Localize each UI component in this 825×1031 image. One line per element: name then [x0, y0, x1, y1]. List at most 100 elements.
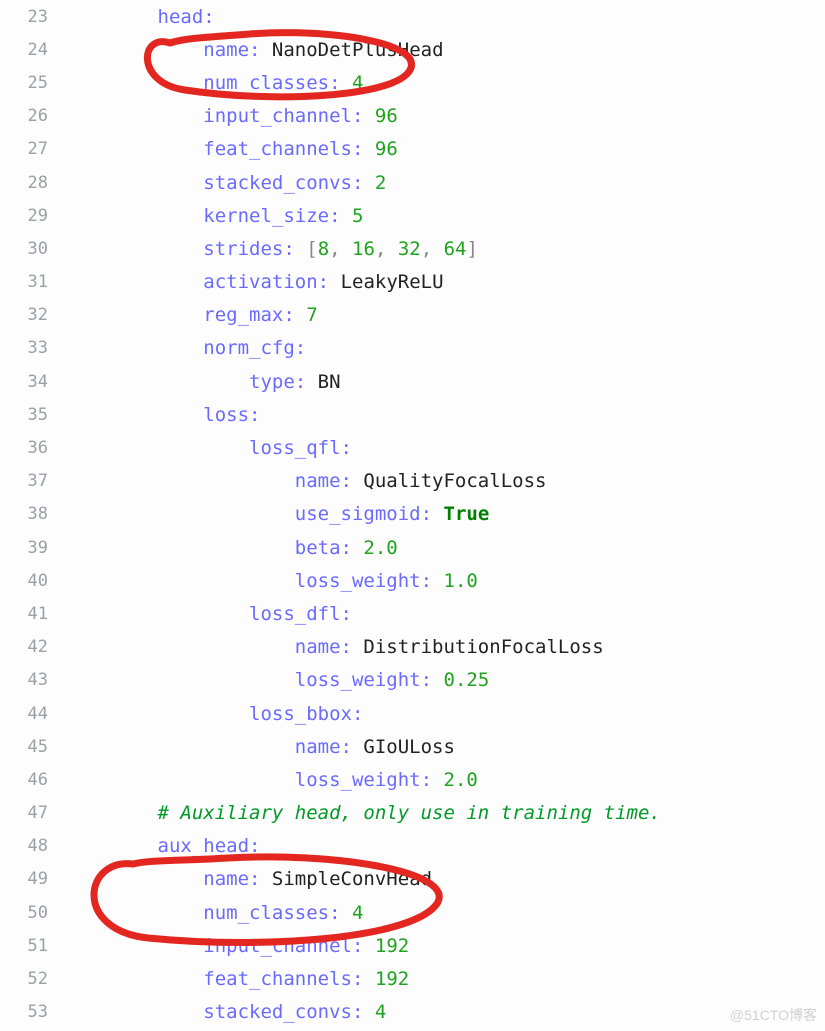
code-content: norm_cfg:: [66, 337, 825, 359]
token-key: beta:: [295, 537, 364, 559]
token-key: loss:: [203, 404, 260, 426]
token-key: loss_qfl:: [249, 437, 352, 459]
token-key: loss_weight:: [295, 669, 444, 691]
line-number: 41: [0, 604, 66, 624]
line-number: 39: [0, 538, 66, 558]
token-punct: ,: [329, 238, 352, 260]
line-number: 49: [0, 869, 66, 889]
token-num: 8: [318, 238, 329, 260]
code-line: 39 beta: 2.0: [0, 531, 825, 564]
code-line: 43 loss_weight: 0.25: [0, 664, 825, 697]
line-number: 29: [0, 206, 66, 226]
code-line: 46 loss_weight: 2.0: [0, 763, 825, 796]
code-line: 36 loss_qfl:: [0, 431, 825, 464]
code-content: reg_max: 7: [66, 304, 825, 326]
token-key: loss_weight:: [295, 769, 444, 791]
code-line: 26 input_channel: 96: [0, 100, 825, 133]
token-num: 1.0: [444, 570, 478, 592]
token-true: True: [444, 503, 490, 525]
code-content: input_channel: 192: [66, 935, 825, 957]
token-key: loss_bbox:: [249, 703, 363, 725]
code-content: type: BN: [66, 371, 825, 393]
token-num: 16: [352, 238, 375, 260]
code-content: loss_weight: 2.0: [66, 769, 825, 791]
code-content: beta: 2.0: [66, 537, 825, 559]
line-number: 53: [0, 1002, 66, 1022]
line-number: 52: [0, 969, 66, 989]
token-punct: ,: [421, 238, 444, 260]
code-line: 47 # Auxiliary head, only use in trainin…: [0, 797, 825, 830]
code-line: 38 use_sigmoid: True: [0, 498, 825, 531]
line-number: 51: [0, 936, 66, 956]
token-key: num_classes:: [203, 902, 352, 924]
token-str: SimpleConvHead: [272, 868, 432, 890]
line-number: 23: [0, 7, 66, 27]
token-num: 32: [398, 238, 421, 260]
token-key: num_classes:: [203, 72, 352, 94]
code-content: input_channel: 96: [66, 105, 825, 127]
token-num: 0.25: [444, 669, 490, 691]
token-num: 4: [375, 1001, 386, 1023]
token-num: 192: [375, 968, 409, 990]
token-key: name:: [295, 736, 364, 758]
code-line: 33 norm_cfg:: [0, 332, 825, 365]
token-key: strides:: [203, 238, 306, 260]
code-content: strides: [8, 16, 32, 64]: [66, 238, 825, 260]
token-num: 192: [375, 935, 409, 957]
token-num: 7: [306, 304, 317, 326]
token-key: name:: [295, 636, 364, 658]
code-line: 37 name: QualityFocalLoss: [0, 465, 825, 498]
code-line: 35 loss:: [0, 398, 825, 431]
code-content: head:: [66, 6, 825, 28]
code-content: aux_head:: [66, 835, 825, 857]
code-content: use_sigmoid: True: [66, 503, 825, 525]
code-content: kernel_size: 5: [66, 205, 825, 227]
line-number: 32: [0, 305, 66, 325]
line-number: 31: [0, 272, 66, 292]
code-line: 34 type: BN: [0, 365, 825, 398]
line-number: 30: [0, 239, 66, 259]
token-num: 96: [375, 105, 398, 127]
code-editor: 23 head:24 name: NanoDetPlusHead25 num_c…: [0, 0, 825, 1031]
token-key: activation:: [203, 271, 340, 293]
token-key: name:: [203, 39, 272, 61]
token-key: aux_head:: [158, 835, 261, 857]
token-key: feat_channels:: [203, 968, 375, 990]
code-line: 32 reg_max: 7: [0, 299, 825, 332]
line-number: 36: [0, 438, 66, 458]
token-key: loss_dfl:: [249, 603, 352, 625]
code-line: 52 feat_channels: 192: [0, 962, 825, 995]
token-num: 64: [444, 238, 467, 260]
code-line: 31 activation: LeakyReLU: [0, 266, 825, 299]
code-line: 48 aux_head:: [0, 830, 825, 863]
token-punct: ]: [466, 238, 477, 260]
token-key: input_channel:: [203, 935, 375, 957]
code-content: name: NanoDetPlusHead: [66, 39, 825, 61]
token-num: 4: [352, 902, 363, 924]
code-content: stacked_convs: 2: [66, 172, 825, 194]
code-content: activation: LeakyReLU: [66, 271, 825, 293]
line-number: 42: [0, 637, 66, 657]
code-content: num_classes: 4: [66, 902, 825, 924]
code-content: name: QualityFocalLoss: [66, 470, 825, 492]
token-key: stacked_convs:: [203, 1001, 375, 1023]
code-line: 28 stacked_convs: 2: [0, 166, 825, 199]
token-key: reg_max:: [203, 304, 306, 326]
code-content: loss_dfl:: [66, 603, 825, 625]
token-key: norm_cfg:: [203, 337, 306, 359]
line-number: 26: [0, 106, 66, 126]
token-comment: # Auxiliary head, only use in training t…: [158, 802, 661, 824]
token-key: kernel_size:: [203, 205, 352, 227]
token-str: NanoDetPlusHead: [272, 39, 444, 61]
code-content: loss_weight: 1.0: [66, 570, 825, 592]
code-line: 27 feat_channels: 96: [0, 133, 825, 166]
token-num: 4: [352, 72, 363, 94]
code-line: 25 num_classes: 4: [0, 66, 825, 99]
code-line: 51 input_channel: 192: [0, 929, 825, 962]
code-content: num_classes: 4: [66, 72, 825, 94]
code-line: 41 loss_dfl:: [0, 597, 825, 630]
line-number: 27: [0, 139, 66, 159]
line-number: 48: [0, 836, 66, 856]
token-str: DistributionFocalLoss: [363, 636, 603, 658]
line-number: 46: [0, 770, 66, 790]
